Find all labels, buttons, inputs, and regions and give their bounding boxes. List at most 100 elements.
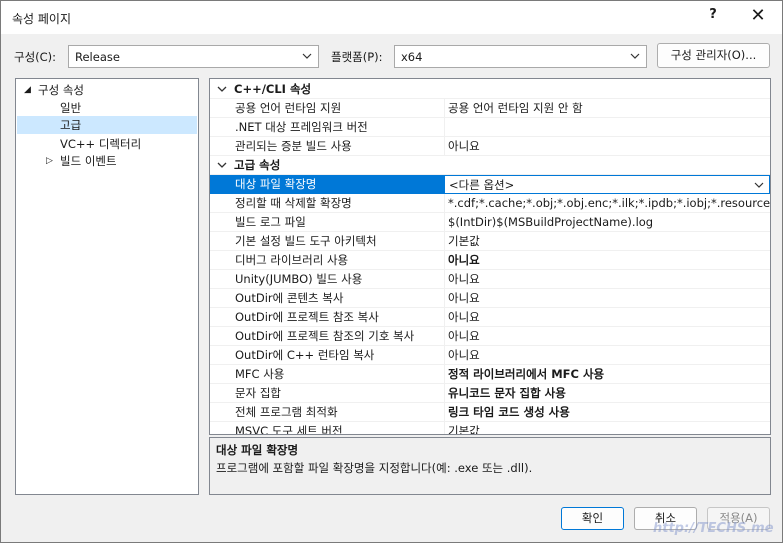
property-row[interactable]: MFC 사용 정적 라이브러리에서 MFC 사용 — [210, 365, 770, 384]
property-row[interactable]: 전체 프로그램 최적화 링크 타임 코드 생성 사용 — [210, 403, 770, 422]
column-divider — [444, 365, 445, 384]
column-divider — [444, 213, 445, 232]
property-name: OutDir에 프로젝트 참조의 기호 복사 — [235, 329, 415, 343]
platform-combo[interactable]: x64 — [394, 45, 647, 68]
property-value: 유니코드 문자 집합 사용 — [448, 386, 566, 400]
column-divider — [444, 346, 445, 365]
description-text: 프로그램에 포함할 파일 확장명을 지정합니다(예: .exe 또는 .dll)… — [216, 461, 533, 475]
config-manager-button[interactable]: 구성 관리자(O)... — [657, 43, 770, 68]
property-value: <다른 옵션> — [449, 178, 515, 192]
property-value: 정적 라이브러리에서 MFC 사용 — [448, 367, 605, 381]
property-name: 전체 프로그램 최적화 — [235, 405, 338, 419]
property-row[interactable]: OutDir에 프로젝트 참조 복사 아니요 — [210, 308, 770, 327]
category-title: 고급 속성 — [234, 158, 281, 172]
property-value: 아니요 — [448, 253, 480, 267]
property-value: 아니요 — [448, 291, 480, 305]
property-value: 기본값 — [448, 424, 480, 435]
column-divider — [444, 194, 445, 213]
column-divider — [444, 99, 445, 118]
config-label: 구성(C): — [14, 50, 57, 64]
expanded-triangle-icon[interactable]: ◢ — [24, 81, 31, 99]
config-value: Release — [75, 50, 120, 64]
property-name: 공용 언어 런타임 지원 — [235, 101, 342, 115]
platform-value: x64 — [401, 50, 423, 64]
property-row[interactable]: OutDir에 콘텐츠 복사 아니요 — [210, 289, 770, 308]
property-name: 기본 설정 빌드 도구 아키텍처 — [235, 234, 377, 248]
property-pages-dialog: 속성 페이지 ? ✕ 구성(C): Release 플랫폼(P): x64 구성… — [0, 0, 783, 543]
column-divider — [444, 137, 445, 156]
collapsed-triangle-icon[interactable]: ▷ — [46, 152, 53, 170]
property-value: *.cdf;*.cache;*.obj;*.obj.enc;*.ilk;*.ip… — [448, 196, 770, 210]
property-value: 아니요 — [448, 348, 480, 362]
category-advanced[interactable]: 고급 속성 — [210, 156, 770, 175]
property-row[interactable]: OutDir에 프로젝트 참조의 기호 복사 아니요 — [210, 327, 770, 346]
tree-item-general[interactable]: 일반 — [60, 99, 81, 117]
chevron-down-icon — [630, 53, 640, 59]
property-value: $(IntDir)$(MSBuildProjectName).log — [448, 215, 654, 229]
property-name: 관리되는 증분 빌드 사용 — [235, 139, 352, 153]
property-row[interactable]: Unity(JUMBO) 빌드 사용 아니요 — [210, 270, 770, 289]
category-title: C++/CLI 속성 — [234, 82, 312, 96]
tree-root-config-properties[interactable]: ◢ 구성 속성 — [24, 81, 84, 99]
property-row[interactable]: .NET 대상 프레임워크 버전 — [210, 118, 770, 137]
property-row[interactable]: 공용 언어 런타임 지원 공용 언어 런타임 지원 안 함 — [210, 99, 770, 118]
property-name: .NET 대상 프레임워크 버전 — [235, 120, 368, 134]
property-name: OutDir에 프로젝트 참조 복사 — [235, 310, 379, 324]
property-value-combo[interactable]: <다른 옵션> — [444, 175, 770, 194]
property-row[interactable]: 문자 집합 유니코드 문자 집합 사용 — [210, 384, 770, 403]
tree-item-build-events-label: 빌드 이벤트 — [60, 154, 117, 168]
tree-item-advanced[interactable]: 고급 — [17, 116, 197, 134]
description-panel: 대상 파일 확장명 프로그램에 포함할 파일 확장명을 지정합니다(예: .ex… — [209, 437, 771, 495]
property-name: 빌드 로그 파일 — [235, 215, 306, 229]
property-name: MFC 사용 — [235, 367, 285, 381]
chevron-down-icon — [302, 53, 312, 59]
ok-button[interactable]: 확인 — [561, 507, 624, 530]
config-toolbar: 구성(C): Release 플랫폼(P): x64 구성 관리자(O)... — [1, 34, 782, 74]
window-title: 속성 페이지 — [12, 12, 72, 26]
tree-item-build-events[interactable]: ▷ 빌드 이벤트 — [46, 152, 117, 170]
property-value: 아니요 — [448, 329, 480, 343]
property-row[interactable]: 디버그 라이브러리 사용 아니요 — [210, 251, 770, 270]
property-value — [446, 118, 770, 137]
property-row[interactable]: 관리되는 증분 빌드 사용 아니요 — [210, 137, 770, 156]
property-value: 아니요 — [448, 310, 480, 324]
property-grid: C++/CLI 속성 공용 언어 런타임 지원 공용 언어 런타임 지원 안 함… — [209, 78, 771, 435]
property-row[interactable]: MSVC 도구 세트 버전 기본값 — [210, 422, 770, 435]
property-row[interactable]: OutDir에 C++ 런타임 복사 아니요 — [210, 346, 770, 365]
column-divider — [444, 118, 445, 137]
description-title: 대상 파일 확장명 — [216, 443, 299, 457]
close-button[interactable]: ✕ — [741, 5, 775, 29]
column-divider — [444, 289, 445, 308]
column-divider — [444, 422, 445, 434]
property-value: 아니요 — [448, 272, 480, 286]
category-cpp-cli[interactable]: C++/CLI 속성 — [210, 80, 770, 99]
property-row[interactable]: 기본 설정 빌드 도구 아키텍처 기본값 — [210, 232, 770, 251]
property-name: 정리할 때 삭제할 확장명 — [235, 196, 352, 210]
property-value: 링크 타임 코드 생성 사용 — [448, 405, 570, 419]
property-value: 아니요 — [448, 139, 480, 153]
column-divider — [444, 327, 445, 346]
tree-root-label: 구성 속성 — [38, 83, 84, 97]
property-name: 문자 집합 — [235, 386, 281, 400]
help-button[interactable]: ? — [701, 7, 725, 27]
tree-item-vc-directories[interactable]: VC++ 디렉터리 — [60, 135, 141, 153]
column-divider — [444, 384, 445, 403]
column-divider — [444, 403, 445, 422]
property-row[interactable]: 정리할 때 삭제할 확장명 *.cdf;*.cache;*.obj;*.obj.… — [210, 194, 770, 213]
column-divider — [444, 232, 445, 251]
watermark: http://TECHS.me — [653, 521, 774, 536]
property-name: Unity(JUMBO) 빌드 사용 — [235, 272, 363, 286]
property-row[interactable]: 빌드 로그 파일 $(IntDir)$(MSBuildProjectName).… — [210, 213, 770, 232]
property-name: 대상 파일 확장명 — [210, 175, 444, 194]
chevron-down-icon[interactable] — [753, 179, 765, 191]
platform-label: 플랫폼(P): — [331, 50, 383, 64]
property-name: MSVC 도구 세트 버전 — [235, 424, 343, 435]
property-tree: ◢ 구성 속성 일반 고급 VC++ 디렉터리 ▷ 빌드 이벤트 — [15, 78, 199, 495]
property-value: 공용 언어 런타임 지원 안 함 — [448, 101, 583, 115]
property-name: 디버그 라이브러리 사용 — [235, 253, 349, 267]
property-name: OutDir에 C++ 런타임 복사 — [235, 348, 375, 362]
property-row-selected[interactable]: 대상 파일 확장명 <다른 옵션> — [210, 175, 770, 194]
column-divider — [444, 308, 445, 327]
property-name: OutDir에 콘텐츠 복사 — [235, 291, 344, 305]
config-combo[interactable]: Release — [68, 45, 319, 68]
